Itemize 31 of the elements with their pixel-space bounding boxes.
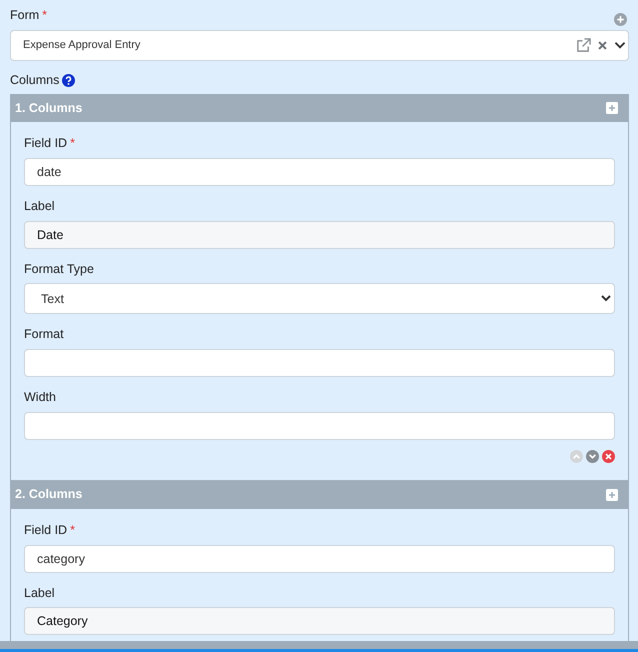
required-mark: * (70, 522, 75, 539)
field-label: Format Type (24, 260, 94, 278)
field-label: Label (24, 584, 55, 602)
field-label: Field ID (24, 135, 68, 152)
input-field[interactable]: category (24, 544, 615, 572)
move-down-icon[interactable] (586, 450, 599, 463)
required-mark: * (42, 7, 48, 24)
field-label: Field ID (24, 522, 68, 539)
required-mark: * (70, 135, 75, 152)
add-icon[interactable] (614, 12, 627, 26)
section-label: Columns (10, 72, 60, 90)
input-field[interactable]: date (24, 158, 615, 186)
field-label: Form (10, 7, 40, 24)
chevron-down-icon[interactable] (614, 39, 626, 52)
remove-icon[interactable] (602, 450, 615, 463)
section-title: 1. Columns (15, 100, 82, 117)
close-icon[interactable] (596, 40, 608, 51)
field-label: Format (24, 326, 64, 344)
expand-icon[interactable] (606, 488, 618, 501)
section-title: 2. Columns (15, 486, 82, 504)
help-icon[interactable] (62, 74, 76, 88)
field-label: Label (24, 198, 55, 215)
input-field[interactable] (24, 349, 615, 377)
external-link-icon[interactable] (576, 38, 590, 53)
input-field[interactable] (24, 412, 615, 440)
input-field[interactable]: Category (24, 607, 615, 636)
input-field[interactable]: Date (24, 220, 615, 248)
field-label: Width (24, 389, 56, 406)
select-field[interactable]: Text (24, 283, 615, 314)
form-select[interactable]: Expense Approval Entry (10, 30, 629, 61)
expand-icon[interactable] (606, 102, 618, 114)
